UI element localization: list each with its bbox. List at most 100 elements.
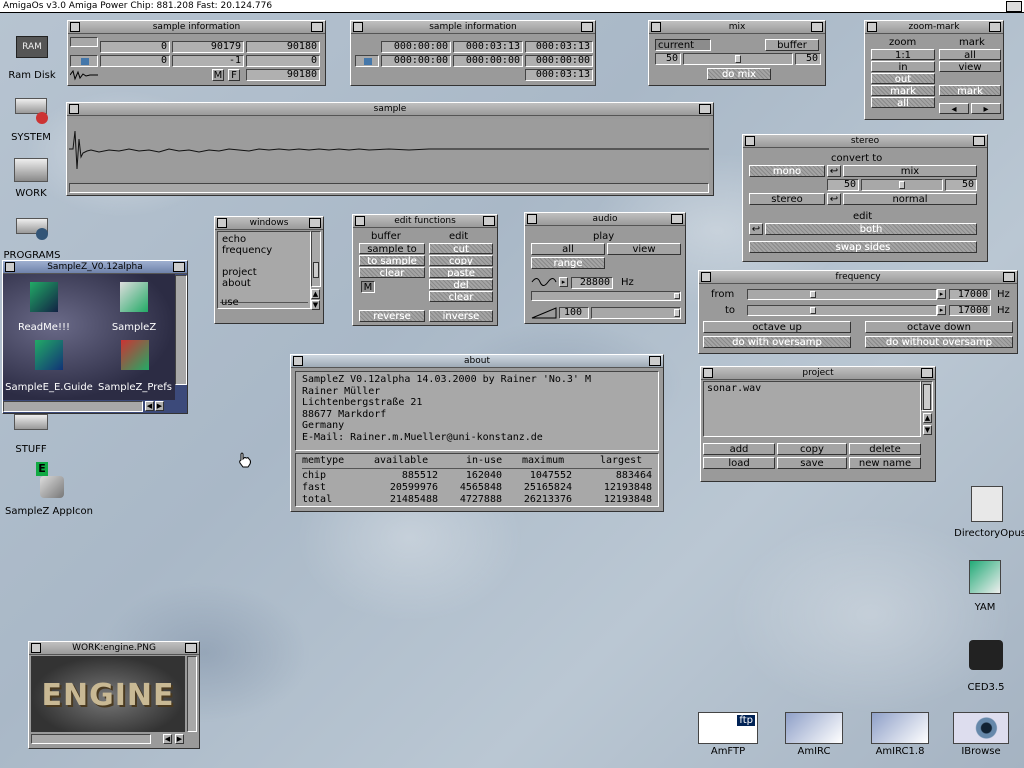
sample-info-window-2[interactable]: sample information 000:00:00 000:03:13 0…: [350, 20, 596, 86]
directory-opus-icon[interactable]: DirectoryOpus: [950, 484, 1024, 540]
depth-gadget-icon[interactable]: [699, 104, 711, 114]
audio-window[interactable]: audio play all view range ▸ 28800 Hz 100: [524, 212, 686, 324]
sample-end-field[interactable]: 90179: [172, 41, 244, 53]
zoom-1to1-button[interactable]: 1:1: [871, 49, 935, 60]
screen-depth-gadget[interactable]: [1006, 1, 1022, 12]
windows-item-project[interactable]: project: [222, 267, 257, 278]
paste-button[interactable]: paste: [429, 267, 493, 278]
cut-button[interactable]: cut: [429, 243, 493, 254]
volume-field[interactable]: 100: [559, 307, 589, 319]
to-value-field[interactable]: 17000: [949, 305, 991, 316]
mix-slider-knob[interactable]: [735, 55, 741, 63]
ram-disk-icon[interactable]: RAM Ram Disk: [8, 34, 56, 86]
time-mark-start-field[interactable]: 000:00:00: [381, 55, 451, 67]
do-without-oversamp-button[interactable]: do without oversamp: [865, 336, 1013, 348]
engine-titlebar[interactable]: WORK:engine.PNG: [29, 642, 199, 655]
mark-mark-button[interactable]: mark: [939, 85, 1001, 96]
sample-titlebar[interactable]: sample: [67, 103, 713, 116]
samplez-appicon[interactable]: E SampleZ AppIcon: [4, 460, 94, 520]
screen-title-bar[interactable]: AmigaOs v3.0 Amiga Power Chip: 881.208 F…: [0, 0, 1024, 13]
project-scroll-down-icon[interactable]: ▼: [923, 425, 932, 435]
mix-titlebar[interactable]: mix: [649, 21, 825, 34]
project-add-button[interactable]: add: [703, 443, 775, 455]
time-end-field[interactable]: 000:03:13: [453, 41, 523, 53]
mix-left-value[interactable]: 50: [655, 53, 681, 65]
zoom-mark-button[interactable]: mark: [871, 85, 935, 96]
ced-icon[interactable]: CED3.5: [958, 640, 1014, 696]
close-gadget-icon[interactable]: [701, 272, 711, 282]
sample-to-button[interactable]: sample to: [359, 243, 425, 254]
total-length-field[interactable]: 90180: [246, 69, 320, 81]
project-load-button[interactable]: load: [703, 457, 775, 469]
do-with-oversamp-button[interactable]: do with oversamp: [703, 336, 851, 348]
close-gadget-icon[interactable]: [293, 356, 303, 366]
stereo-mode-cycle[interactable]: normal: [843, 193, 977, 205]
mark-view-button[interactable]: view: [939, 61, 1001, 72]
stuff-drive-icon[interactable]: STUFF: [6, 412, 56, 458]
windows-scroll-up-icon[interactable]: ▲: [311, 289, 320, 299]
audio-titlebar[interactable]: audio: [525, 213, 685, 226]
stereo-cycle-icon[interactable]: ↩: [827, 193, 841, 205]
from-slider-knob[interactable]: [810, 291, 816, 298]
windows-list-window[interactable]: windows echo frequency project about use…: [214, 216, 324, 324]
play-range-button[interactable]: range: [531, 257, 605, 269]
time-mark-length-field[interactable]: 000:00:00: [525, 55, 593, 67]
project-save-button[interactable]: save: [777, 457, 847, 469]
stereo-mix-knob[interactable]: [899, 181, 905, 189]
close-gadget-icon[interactable]: [527, 214, 537, 224]
depth-gadget-icon[interactable]: [309, 218, 321, 228]
sample-info-1-titlebar[interactable]: sample information: [68, 21, 325, 34]
depth-gadget-icon[interactable]: [483, 216, 495, 226]
volume-slider-knob[interactable]: [674, 309, 680, 317]
edit-functions-window[interactable]: edit functions buffer edit sample to to …: [352, 214, 498, 326]
depth-gadget-icon[interactable]: [1003, 272, 1015, 282]
project-titlebar[interactable]: project: [701, 367, 935, 380]
frequency-window[interactable]: frequency from ▸ 17000 Hz to ▸ 17000 Hz …: [698, 270, 1018, 354]
about-titlebar[interactable]: about: [291, 355, 663, 368]
close-gadget-icon[interactable]: [867, 22, 877, 32]
mark-start-field[interactable]: 0: [100, 55, 170, 67]
zoom-in-button[interactable]: in: [871, 61, 935, 72]
buffer-m-toggle[interactable]: M: [361, 281, 375, 293]
drawer-contents[interactable]: ReadMe!!! SampleZ SampleE_E.Guide Sample…: [3, 274, 175, 400]
from-slider[interactable]: [747, 289, 937, 300]
close-gadget-icon[interactable]: [70, 22, 80, 32]
windows-item-about[interactable]: about: [222, 278, 251, 289]
waveform-canvas[interactable]: [69, 119, 709, 181]
depth-gadget-icon[interactable]: [185, 643, 197, 653]
stereo-mix-right-value[interactable]: 50: [945, 179, 977, 191]
engine-horizontal-scrollbar[interactable]: [31, 734, 151, 744]
mix-cycle-icon[interactable]: ↩: [827, 165, 841, 177]
prefs-icon[interactable]: SampleZ_Prefs: [95, 340, 175, 398]
drawer-vertical-scrollbar[interactable]: [175, 275, 187, 385]
edit-cycle-icon[interactable]: ↩: [749, 223, 763, 235]
windows-scroll-down-icon[interactable]: ▼: [311, 300, 320, 310]
ibrowse-icon[interactable]: IBrowse: [950, 712, 1012, 766]
time-start-field[interactable]: 000:00:00: [381, 41, 451, 53]
work-drive-icon[interactable]: WORK: [6, 154, 56, 204]
programs-drive-icon[interactable]: PROGRAMS: [4, 212, 60, 262]
rate-arrow-icon[interactable]: ▸: [559, 277, 568, 287]
amirc18-icon[interactable]: AmIRC1.8: [868, 712, 932, 766]
zoom-mark-window[interactable]: zoom-mark zoom mark 1:1 in out mark all …: [864, 20, 1004, 120]
windows-item-use[interactable]: use: [221, 297, 239, 308]
mark-all-button[interactable]: all: [939, 49, 1001, 60]
zoom-out-button[interactable]: out: [871, 73, 935, 84]
engine-scroll-right-icon[interactable]: ▶: [175, 734, 184, 744]
yam-icon[interactable]: YAM: [960, 560, 1010, 616]
drawer-scroll-right-icon[interactable]: ▶: [155, 401, 164, 411]
amirc-icon[interactable]: AmIRC: [782, 712, 846, 766]
play-view-button[interactable]: view: [607, 243, 681, 255]
from-value-field[interactable]: 17000: [949, 289, 991, 300]
depth-gadget-icon[interactable]: [173, 262, 185, 272]
stereo-titlebar[interactable]: stereo: [743, 135, 987, 148]
time-length-field[interactable]: 000:03:13: [525, 41, 593, 53]
project-scrollbar[interactable]: [921, 381, 933, 411]
mark-right-button[interactable]: ▸: [971, 103, 1001, 114]
convert-mix-button[interactable]: mix: [843, 165, 977, 177]
readme-icon[interactable]: ReadMe!!!: [9, 282, 79, 338]
from-arrow-icon[interactable]: ▸: [937, 289, 946, 299]
mix-right-value[interactable]: 50: [795, 53, 821, 65]
close-gadget-icon[interactable]: [217, 218, 227, 228]
engine-scroll-left-icon[interactable]: ◀: [163, 734, 172, 744]
